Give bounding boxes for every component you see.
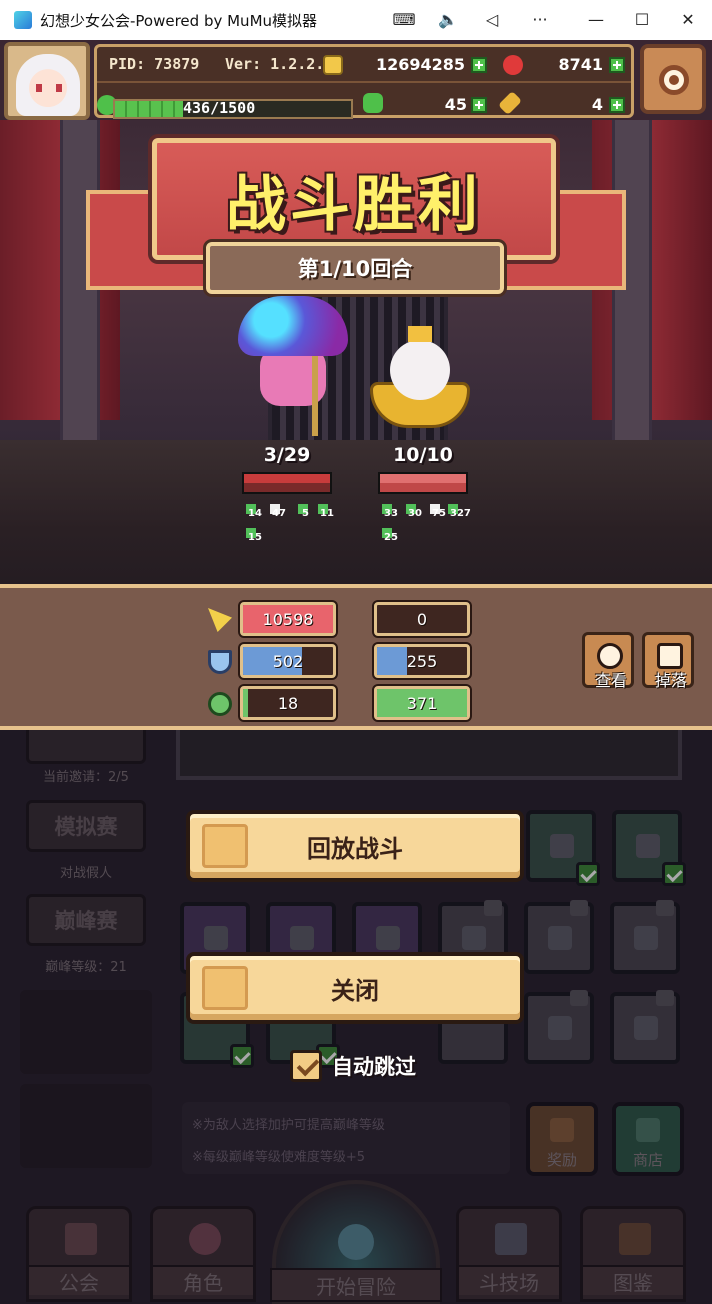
drops-button[interactable]: 掉落 (642, 632, 694, 690)
right-damage-box: 0 (374, 602, 470, 636)
crown-icon (408, 326, 432, 342)
right-shield-value: 255 (406, 651, 438, 671)
volume-icon[interactable]: 🔈 (430, 6, 466, 34)
game-version: Ver: 1.2.2.1 (225, 55, 334, 73)
add-gem-button[interactable] (609, 57, 625, 73)
right-heal-box: 371 (374, 686, 470, 720)
buff-value: 15 (248, 532, 262, 543)
gear-icon (659, 65, 689, 95)
ground (0, 440, 712, 590)
energy-bar-fill (115, 101, 184, 117)
add-gold-button[interactable] (471, 57, 487, 73)
mushroom-cap (238, 296, 348, 356)
keyboard-icon[interactable]: ⌨ (386, 6, 422, 34)
add-feather-button[interactable] (609, 97, 625, 113)
buff-value: 5 (302, 508, 309, 519)
hp-fill (244, 474, 330, 483)
round-indicator: 第1/10回合 (206, 242, 504, 294)
buff-value: 75 (432, 508, 446, 519)
buff-value: 30 (408, 508, 422, 519)
avatar-eye (36, 84, 42, 92)
sword-icon (208, 608, 232, 632)
loot-bag-icon (657, 643, 683, 669)
settings-button[interactable] (640, 44, 706, 114)
auto-skip-toggle[interactable]: 自动跳过 (290, 1048, 416, 1084)
minimize-button[interactable]: — (578, 6, 614, 34)
game-viewport: PID: 73879 Ver: 1.2.2.1 12694285 8741 43… (0, 40, 712, 1304)
right-hp-bar (378, 472, 468, 494)
maximize-button[interactable]: ☐ (624, 6, 660, 34)
resource-panel: PID: 73879 Ver: 1.2.2.1 12694285 8741 43… (94, 44, 634, 119)
right-heal-value: 371 (406, 693, 438, 713)
view-label: 查看 (594, 671, 627, 690)
left-damage-value: 10598 (262, 609, 314, 629)
app-icon (14, 11, 32, 29)
back-icon[interactable]: ◁ (474, 6, 510, 34)
avatar-face (16, 54, 80, 116)
princess-head (390, 340, 450, 400)
hp-fill (380, 474, 466, 483)
enemy-mushroom-girl (238, 296, 348, 446)
left-hp-text: 3/29 (263, 444, 311, 466)
more-icon[interactable]: ··· (522, 6, 558, 34)
close-button[interactable]: 关闭 (186, 952, 524, 1024)
auto-skip-label: 自动跳过 (332, 1055, 416, 1079)
left-hp-bar (242, 472, 332, 494)
replay-battle-label: 回放战斗 (307, 834, 403, 863)
feather-amount: 4 (591, 95, 603, 114)
pillar-right (612, 120, 652, 490)
victory-title: 战斗胜利 (226, 169, 482, 240)
magnifier-icon (597, 643, 623, 669)
player-id: PID: 73879 (109, 55, 200, 73)
right-hp-text: 10/10 (393, 444, 453, 466)
clover-amount: 45 (444, 95, 467, 114)
magic-staff (312, 356, 318, 436)
auto-skip-checkbox[interactable] (290, 1050, 322, 1082)
energy-count: 436/1500 (183, 99, 256, 117)
drops-label: 掉落 (654, 671, 687, 690)
window-title: 幻想少女公会-Powered by MuMu模拟器 (40, 11, 318, 30)
buff-value: 11 (320, 508, 334, 519)
window-titlebar: 幻想少女公会-Powered by MuMu模拟器 ⌨ 🔈 ◁ ··· — ☐ … (0, 0, 712, 40)
buff-value: 33 (384, 508, 398, 519)
ally-shell-princess (370, 326, 470, 436)
shield-fill (380, 483, 466, 492)
feather-icon (497, 90, 523, 116)
heal-icon (208, 692, 232, 716)
shield-icon (208, 650, 232, 674)
view-button[interactable]: 查看 (582, 632, 634, 690)
shield-fill (244, 483, 330, 492)
buff-value: 47 (272, 508, 286, 519)
replay-battle-button[interactable]: 回放战斗 (186, 810, 524, 882)
left-shield-value: 502 (272, 651, 304, 671)
close-label: 关闭 (331, 976, 379, 1005)
gem-amount: 8741 (558, 55, 603, 74)
close-window-button[interactable]: ✕ (670, 6, 706, 34)
right-shield-box: 255 (374, 644, 470, 678)
buff-value: 14 (248, 508, 262, 519)
left-damage-box: 10598 (240, 602, 336, 636)
gold-amount: 12694285 (375, 55, 465, 74)
ruby-gem-icon (503, 55, 523, 75)
buff-value: 25 (384, 532, 398, 543)
add-clover-button[interactable] (471, 97, 487, 113)
buff-value: 327 (450, 508, 471, 519)
hud-divider (97, 81, 631, 83)
pillar-left (60, 120, 100, 490)
player-avatar[interactable] (4, 42, 90, 120)
avatar-eye (56, 84, 62, 92)
clover-icon (363, 93, 383, 113)
gold-coin-icon (323, 55, 343, 75)
left-heal-box: 18 (240, 686, 336, 720)
left-heal-value: 18 (277, 693, 299, 713)
right-damage-value: 0 (416, 609, 428, 629)
left-shield-box: 502 (240, 644, 336, 678)
